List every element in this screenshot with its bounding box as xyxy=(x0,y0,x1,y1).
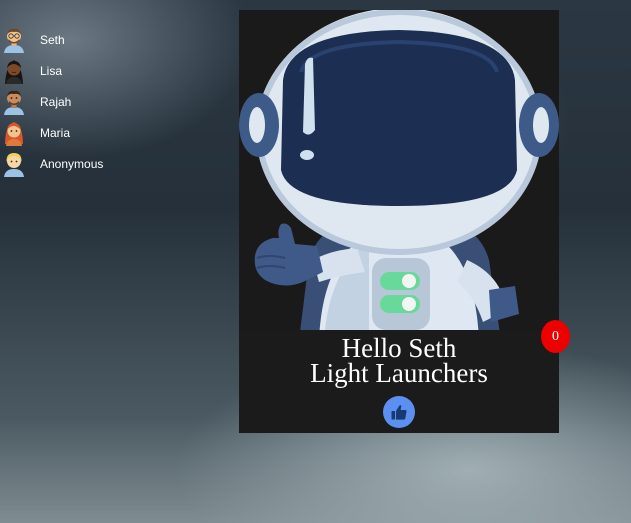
user-item-anonymous[interactable]: Anonymous xyxy=(0,148,150,179)
greeting-card: Hello Seth Light Launchers xyxy=(239,10,559,433)
user-name: Rajah xyxy=(40,94,72,109)
man-with-glasses-avatar-icon xyxy=(0,26,28,54)
user-item-maria[interactable]: Maria xyxy=(0,117,150,148)
woman-red-hair-avatar-icon xyxy=(0,119,28,147)
blonde-person-avatar-icon xyxy=(0,150,28,178)
user-name: Seth xyxy=(40,32,65,47)
user-name: Lisa xyxy=(40,63,63,78)
user-item-seth[interactable]: Seth xyxy=(0,24,150,55)
greeting-text: Hello Seth Light Launchers xyxy=(239,335,559,388)
user-item-rajah[interactable]: Rajah xyxy=(0,86,150,117)
astronaut-thumbs-up-illustration xyxy=(239,10,559,330)
user-list: Seth Lisa Rajah Maria Anonymous xyxy=(0,24,150,179)
man-avatar-icon xyxy=(0,88,28,116)
woman-dark-hair-avatar-icon xyxy=(0,57,28,85)
user-name: Maria xyxy=(40,125,71,140)
like-button[interactable] xyxy=(383,396,415,428)
user-item-lisa[interactable]: Lisa xyxy=(0,55,150,86)
team-name: Light Launchers xyxy=(310,358,488,388)
thumbs-up-icon xyxy=(391,405,407,420)
user-name: Anonymous xyxy=(40,156,104,171)
like-count-badge: 0 xyxy=(541,320,570,353)
